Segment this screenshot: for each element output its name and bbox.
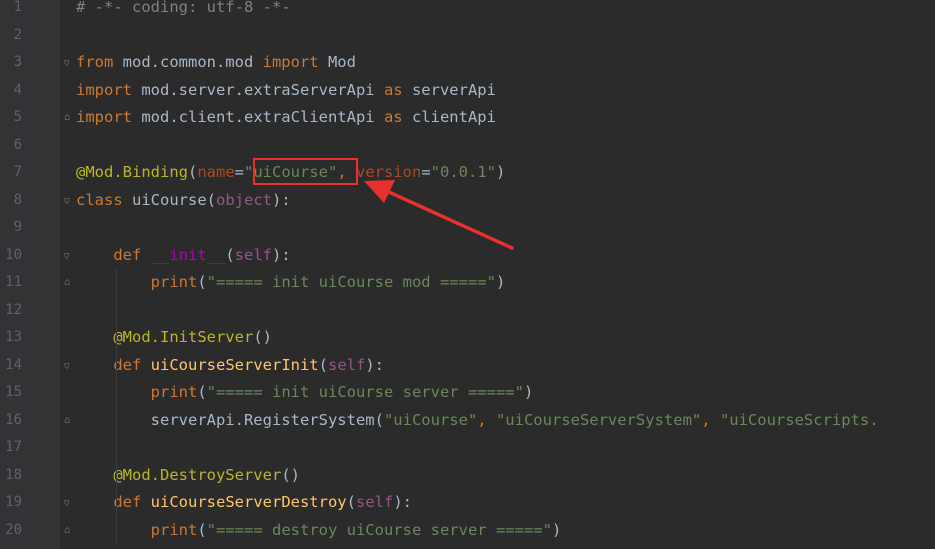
- annotation-arrow-icon: [364, 180, 514, 250]
